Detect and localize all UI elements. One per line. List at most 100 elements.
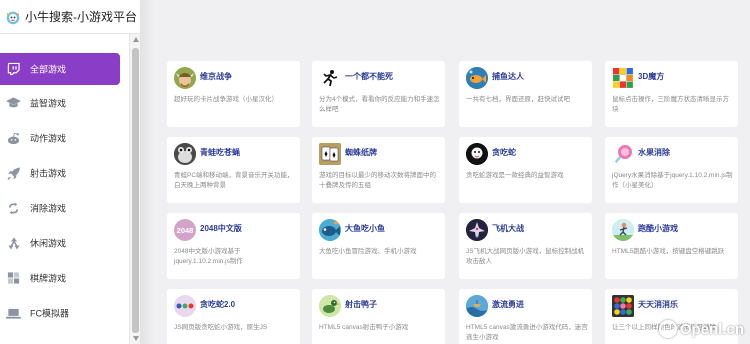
duck-icon <box>319 295 341 317</box>
watermark-logo-icon <box>658 320 677 338</box>
game-title: 一个都不能死 <box>345 72 393 81</box>
2048-icon-text: 2048 <box>176 225 194 235</box>
grid-icon <box>6 271 21 286</box>
game-description: JS网页版贪吃蛇小游戏，原生JS <box>174 324 268 331</box>
game-title: 大鱼吃小鱼 <box>345 224 385 233</box>
viking-icon <box>174 67 196 89</box>
snake-icon <box>466 143 488 165</box>
frog-icon <box>174 143 196 165</box>
game-card[interactable]: 3D魔方 鼠标点击操作，三阶魔方状态清晰显示方块 <box>605 61 738 127</box>
game-title: 跑酷小游戏 <box>638 224 678 233</box>
snake-dots-icon <box>174 295 196 317</box>
game-description: HTML5跑酷小游戏，按键盘空格键跳跃 <box>612 248 725 255</box>
app-header: 小牛搜索-小游戏平台 <box>0 0 140 34</box>
game-title: 3D魔方 <box>638 72 665 81</box>
game-title: 天天消消乐 <box>638 300 678 309</box>
watermark: Openl.cn <box>658 320 744 338</box>
sidebar-item-puzzle[interactable]: 益智游戏 <box>0 87 126 119</box>
game-card[interactable]: 飞机大战 JS飞机大战网页版小游戏，鼠标控制战机攻击敌人 <box>459 213 592 279</box>
sidebar-item-all-games[interactable]: 全部游戏 <box>0 53 120 85</box>
sidebar-nav: 全部游戏 益智游戏 动作游戏 射击游戏 消除游戏 休闲游戏 棋牌游戏 FC模拟器 <box>0 34 128 344</box>
game-description: 青蛙PC端和移动端，背景音乐开关功能，白天晚上两种背景 <box>174 172 294 189</box>
parkour-icon <box>612 219 634 241</box>
game-card[interactable]: 贪吃蛇2.0 JS网页版贪吃蛇小游戏，原生JS <box>167 289 300 344</box>
game-card[interactable]: 跑酷小游戏 HTML5跑酷小游戏，按键盘空格键跳跃 <box>605 213 738 279</box>
watermark-text: Openl.cn <box>679 320 744 338</box>
scroll-down-arrow-icon[interactable] <box>133 336 139 341</box>
sidebar-item-label: 全部游戏 <box>30 64 67 75</box>
sidebar-item-casual[interactable]: 休闲游戏 <box>0 227 126 259</box>
sidebar-item-fc-emulator[interactable]: FC模拟器 <box>0 297 126 329</box>
game-title: 水果消除 <box>638 148 670 157</box>
game-title: 2048中文版 <box>200 224 242 233</box>
reddit-alien-icon <box>6 131 21 146</box>
rubiks-cube-icon <box>612 67 634 89</box>
game-card[interactable]: 大鱼吃小鱼 大鱼吃小鱼冒险游戏、手机小游戏 <box>312 213 445 279</box>
rocket-icon <box>6 166 21 181</box>
game-title: 激流勇进 <box>492 300 524 309</box>
laptop-icon <box>6 306 21 321</box>
game-description: 贪吃蛇游戏是一款经典的益智游戏 <box>466 172 564 179</box>
sidebar-item-board[interactable]: 棋牌游戏 <box>0 262 126 294</box>
game-description: JS飞机大战网页版小游戏，鼠标控制战机攻击敌人 <box>466 248 585 265</box>
game-title: 射击鸭子 <box>345 300 377 309</box>
plane-icon <box>466 219 488 241</box>
sidebar-scrollbar[interactable] <box>129 34 140 344</box>
sidebar-item-label: FC模拟器 <box>30 308 69 319</box>
game-grid: 维京战争 超好玩的卡片战争游戏（小星汉化） 一个都不能死 分为4个模式，看看你的… <box>140 0 750 344</box>
game-card[interactable]: 捕鱼达人 一共有七档，界面还原，赶快试试吧 <box>459 61 592 127</box>
sidebar: 全部游戏 益智游戏 动作游戏 射击游戏 消除游戏 休闲游戏 棋牌游戏 FC模拟器 <box>0 34 140 344</box>
sidebar-item-label: 休闲游戏 <box>30 238 67 249</box>
game-description: 游戏的目标以最少的移动次数将牌面中的十叠牌及传的五组 <box>319 172 436 189</box>
game-title: 维京战争 <box>200 72 232 81</box>
sidebar-item-action[interactable]: 动作游戏 <box>0 122 126 154</box>
sidebar-item-match[interactable]: 消除游戏 <box>0 192 126 224</box>
rapids-icon <box>466 295 488 317</box>
2048-icon: 2048 <box>174 219 196 241</box>
site-title[interactable]: 小牛搜索-小游戏平台 <box>25 8 137 25</box>
sidebar-item-shooter[interactable]: 射击游戏 <box>0 157 126 189</box>
candy-icon <box>612 143 634 165</box>
scrollbar-thumb[interactable] <box>132 48 139 333</box>
game-card[interactable]: 一个都不能死 分为4个模式，看看你的反应能力和手速怎么样吧 <box>312 61 445 127</box>
scroll-up-arrow-icon[interactable] <box>133 37 139 42</box>
game-description: 一共有七档，界面还原，赶快试试吧 <box>466 96 570 103</box>
big-fish-icon <box>319 219 341 241</box>
game-card[interactable]: 青蛙吃苍蝇 青蛙PC端和移动端，背景音乐开关功能，白天晚上两种背景 <box>167 137 300 203</box>
game-card[interactable]: 水果消除 jQuery水果消除基于jquery.1.10.2.min.js制作（… <box>605 137 738 203</box>
content-shadow <box>140 0 154 344</box>
bull-mascot-logo[interactable] <box>4 8 22 26</box>
game-title: 贪吃蛇2.0 <box>200 300 236 309</box>
game-description: 超好玩的卡片战争游戏（小星汉化） <box>174 96 278 103</box>
game-card[interactable]: 射击鸭子 HTML5 canvas射击鸭子小游戏 <box>312 289 445 344</box>
sidebar-item-label: 益智游戏 <box>30 98 67 109</box>
game-description: jQuery水果消除基于jquery.1.10.2.min.js制作（小星美化） <box>612 172 733 189</box>
game-card[interactable]: 维京战争 超好玩的卡片战争游戏（小星汉化） <box>167 61 300 127</box>
sidebar-item-label: 消除游戏 <box>30 203 67 214</box>
game-description: 大鱼吃小鱼冒险游戏、手机小游戏 <box>319 248 417 255</box>
game-title: 蜘蛛纸牌 <box>345 148 377 157</box>
refresh-icon <box>6 201 21 216</box>
game-card[interactable]: 2048 2048中文版 2048中文版小游戏基于jquery.1.10.2.m… <box>167 213 300 279</box>
recycle-icon <box>6 236 21 251</box>
game-title: 贪吃蛇 <box>492 148 516 157</box>
game-title: 捕鱼达人 <box>492 72 524 81</box>
game-description: HTML5 canvas激流勇进小游戏代码，迷宫逃生小游戏 <box>466 324 588 341</box>
sidebar-item-label: 棋牌游戏 <box>30 273 67 284</box>
game-title: 青蛙吃苍蝇 <box>200 148 240 157</box>
game-card[interactable]: 贪吃蛇 贪吃蛇游戏是一款经典的益智游戏 <box>459 137 592 203</box>
playing-cards-icon <box>319 143 341 165</box>
sidebar-item-label: 射击游戏 <box>30 168 67 179</box>
graduation-cap-icon <box>6 96 21 111</box>
twitch-icon <box>6 62 21 77</box>
game-card[interactable]: 激流勇进 HTML5 canvas激流勇进小游戏代码，迷宫逃生小游戏 <box>459 289 592 344</box>
game-description: 鼠标点击操作，三阶魔方状态清晰显示方块 <box>612 96 729 113</box>
game-card[interactable]: 蜘蛛纸牌 游戏的目标以最少的移动次数将牌面中的十叠牌及传的五组 <box>312 137 445 203</box>
game-description: 分为4个模式，看看你的反应能力和手速怎么样吧 <box>319 96 440 113</box>
game-description: 2048中文版小游戏基于jquery.1.10.2.min.js制作 <box>174 248 243 265</box>
sidebar-item-label: 动作游戏 <box>30 133 67 144</box>
game-title: 飞机大战 <box>492 224 524 233</box>
running-man-icon <box>319 67 341 89</box>
match-three-icon <box>612 295 634 317</box>
fish-icon <box>466 67 488 89</box>
